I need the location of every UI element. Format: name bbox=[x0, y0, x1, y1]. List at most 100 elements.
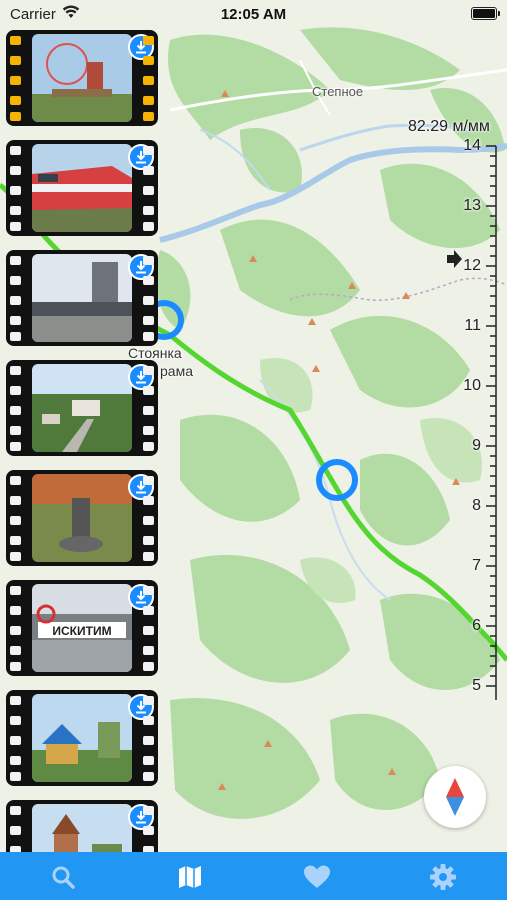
film-sprocket-hole bbox=[143, 772, 154, 781]
heart-icon bbox=[304, 865, 330, 888]
ruler-number: 12 bbox=[463, 257, 481, 274]
map-icon bbox=[179, 866, 201, 888]
search-icon bbox=[52, 866, 75, 889]
film-sprocket-hole bbox=[10, 276, 21, 285]
chapel-photo bbox=[32, 694, 132, 782]
film-sprocket-hole bbox=[143, 826, 154, 835]
film-sprocket-hole bbox=[143, 256, 154, 265]
film-sprocket-hole bbox=[10, 206, 21, 215]
tab-favorites[interactable] bbox=[302, 862, 332, 892]
gear-icon bbox=[430, 864, 456, 890]
film-item-town[interactable] bbox=[6, 360, 158, 456]
film-item-amusement-park[interactable] bbox=[6, 30, 158, 126]
ruler-number: 13 bbox=[463, 197, 481, 214]
ruler-number: 14 bbox=[463, 137, 481, 154]
film-item-chapel[interactable] bbox=[6, 690, 158, 786]
film-sprocket-hole bbox=[143, 166, 154, 175]
film-sprocket-hole bbox=[143, 366, 154, 375]
film-sprocket-hole bbox=[143, 222, 154, 231]
film-sprocket-hole bbox=[10, 696, 21, 705]
film-sprocket-hole bbox=[10, 112, 21, 121]
film-sprocket-hole bbox=[10, 296, 21, 305]
film-sprocket-hole bbox=[10, 426, 21, 435]
film-sprocket-hole bbox=[143, 662, 154, 671]
tab-bar bbox=[0, 852, 507, 900]
ruler-number: 6 bbox=[472, 617, 481, 634]
film-sprocket-hole bbox=[143, 806, 154, 815]
film-sprocket-hole bbox=[143, 606, 154, 615]
film-sprocket-hole bbox=[143, 96, 154, 105]
battery-icon bbox=[471, 7, 500, 20]
tab-settings[interactable] bbox=[428, 862, 458, 892]
film-sprocket-hole bbox=[143, 552, 154, 561]
film-item-train[interactable] bbox=[6, 140, 158, 236]
film-sprocket-hole bbox=[10, 36, 21, 45]
film-sprocket-hole bbox=[143, 736, 154, 745]
film-sprocket-hole bbox=[10, 586, 21, 595]
film-sprocket-hole bbox=[10, 442, 21, 451]
film-item-church[interactable] bbox=[6, 800, 158, 852]
church-photo bbox=[32, 804, 132, 852]
film-sprocket-hole bbox=[10, 186, 21, 195]
film-sprocket-hole bbox=[143, 56, 154, 65]
iskitim-sign-photo: ИСКИТИМ bbox=[32, 584, 132, 672]
tab-map[interactable] bbox=[175, 862, 205, 892]
film-sprocket-hole bbox=[10, 366, 21, 375]
film-sprocket-hole bbox=[10, 536, 21, 545]
film-sprocket-hole bbox=[143, 386, 154, 395]
train-photo bbox=[32, 144, 132, 232]
place-label: Степное bbox=[312, 84, 364, 99]
film-sprocket-hole bbox=[143, 756, 154, 765]
film-sprocket-hole bbox=[143, 646, 154, 655]
compass-button[interactable] bbox=[424, 766, 486, 828]
film-sprocket-hole bbox=[10, 96, 21, 105]
film-sprocket-hole bbox=[10, 496, 21, 505]
ruler-number: 10 bbox=[463, 377, 481, 394]
film-sprocket-hole bbox=[143, 496, 154, 505]
film-sprocket-hole bbox=[143, 296, 154, 305]
film-sprocket-hole bbox=[10, 626, 21, 635]
film-item-statue[interactable] bbox=[6, 470, 158, 566]
film-sprocket-hole bbox=[10, 332, 21, 341]
film-sprocket-hole bbox=[10, 756, 21, 765]
film-sprocket-hole bbox=[143, 442, 154, 451]
film-sprocket-hole bbox=[10, 406, 21, 415]
film-sprocket-hole bbox=[143, 626, 154, 635]
film-sprocket-hole bbox=[143, 406, 154, 415]
film-sprocket-hole bbox=[10, 146, 21, 155]
film-sprocket-hole bbox=[10, 826, 21, 835]
film-sprocket-hole bbox=[143, 316, 154, 325]
tab-search[interactable] bbox=[48, 862, 78, 892]
film-sprocket-hole bbox=[143, 76, 154, 85]
film-sprocket-hole bbox=[143, 186, 154, 195]
scale-label: 82.29 м/мм bbox=[408, 118, 490, 135]
film-sprocket-hole bbox=[143, 112, 154, 121]
status-bar: Carrier 12:05 AM bbox=[0, 0, 507, 28]
film-sprocket-hole bbox=[143, 332, 154, 341]
photo-filmstrip[interactable]: ИСКИТИМ bbox=[6, 30, 162, 852]
film-sprocket-hole bbox=[10, 166, 21, 175]
film-sprocket-hole bbox=[10, 806, 21, 815]
film-sprocket-hole bbox=[143, 146, 154, 155]
film-sprocket-hole bbox=[10, 56, 21, 65]
film-item-bridge[interactable] bbox=[6, 250, 158, 346]
ruler-number: 11 bbox=[464, 317, 481, 334]
film-sprocket-hole bbox=[10, 386, 21, 395]
ruler-number: 9 bbox=[472, 437, 481, 454]
film-sprocket-hole bbox=[143, 476, 154, 485]
ruler-number: 8 bbox=[472, 497, 481, 514]
film-sprocket-hole bbox=[10, 76, 21, 85]
town-aerial-photo bbox=[32, 364, 132, 452]
film-sprocket-hole bbox=[10, 222, 21, 231]
film-item-iskitim[interactable]: ИСКИТИМ bbox=[6, 580, 158, 676]
film-sprocket-hole bbox=[10, 772, 21, 781]
film-sprocket-hole bbox=[10, 646, 21, 655]
film-sprocket-hole bbox=[143, 586, 154, 595]
statue-photo bbox=[32, 474, 132, 562]
bridge-photo bbox=[32, 254, 132, 342]
film-sprocket-hole bbox=[143, 536, 154, 545]
ruler-number: 5 bbox=[472, 677, 481, 694]
film-sprocket-hole bbox=[143, 716, 154, 725]
film-sprocket-hole bbox=[10, 662, 21, 671]
film-sprocket-hole bbox=[10, 476, 21, 485]
